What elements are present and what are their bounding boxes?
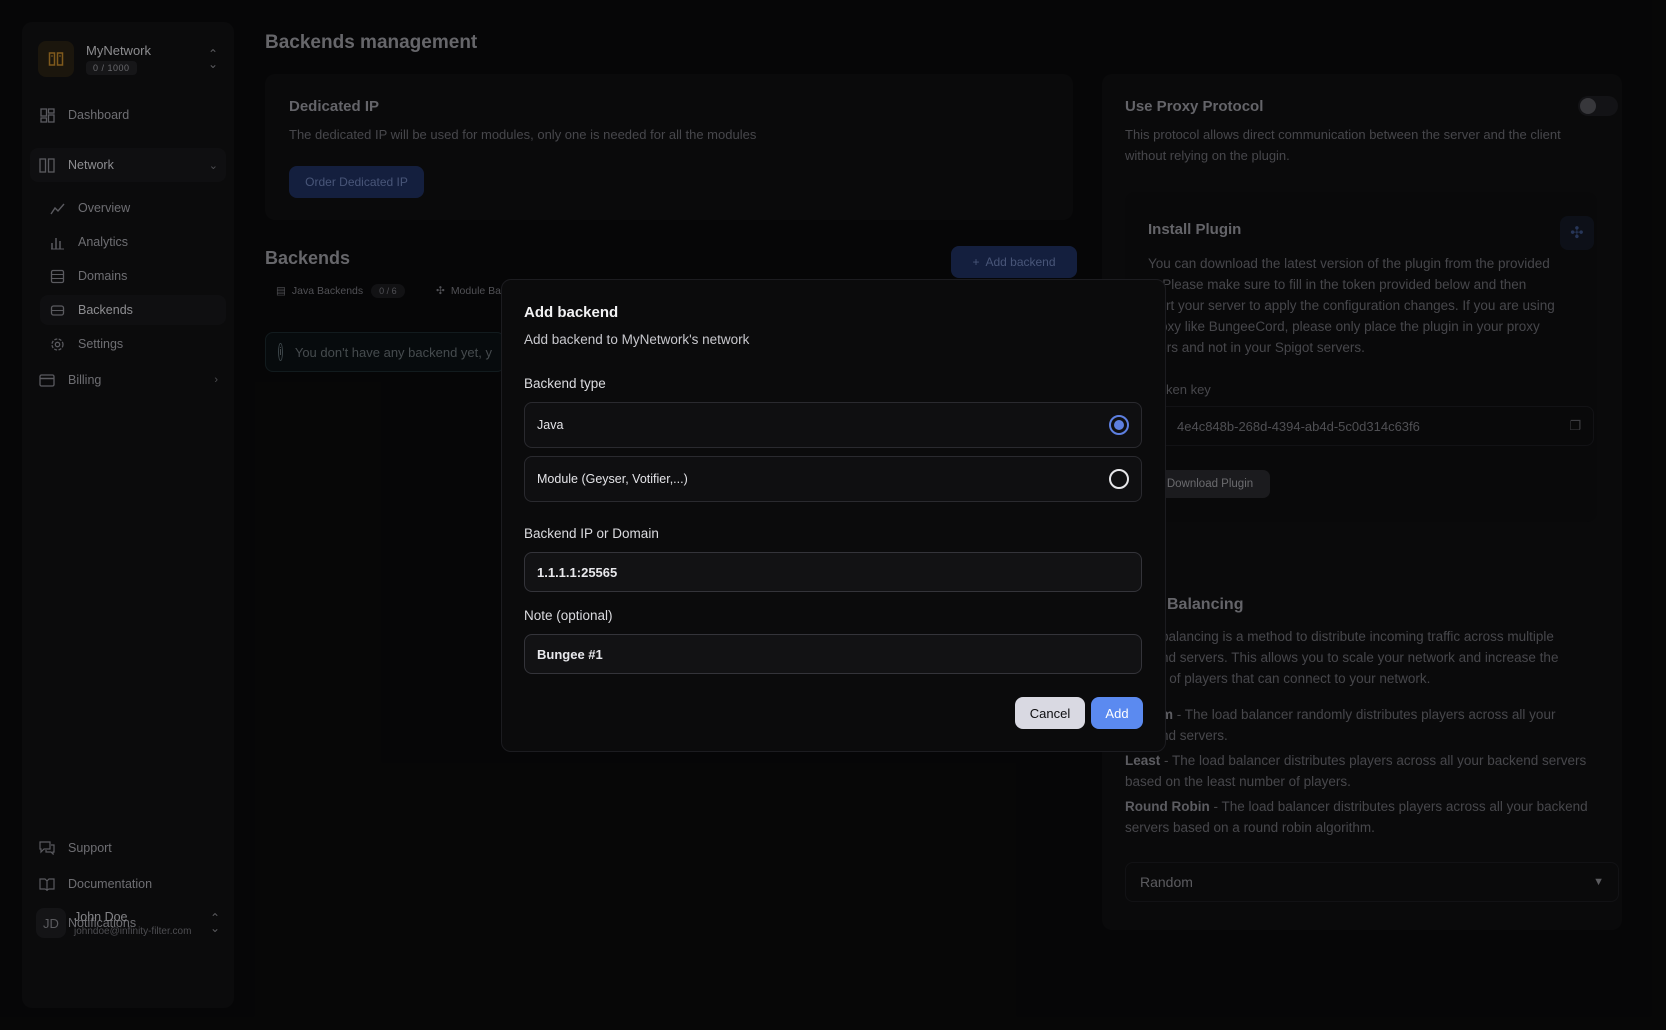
backend-type-option-module[interactable]: Module (Geyser, Votifier,...) — [524, 456, 1142, 502]
backend-type-option-java[interactable]: Java — [524, 402, 1142, 448]
note-input[interactable] — [524, 634, 1142, 674]
backend-ip-label: Backend IP or Domain — [524, 526, 659, 541]
app-root: MyNetwork 0 / 1000 ⌃ ⌄ Dashboard Network … — [0, 0, 1666, 1030]
backend-type-label: Backend type — [524, 376, 606, 391]
cancel-button[interactable]: Cancel — [1015, 697, 1085, 729]
option-label: Java — [537, 418, 564, 432]
option-label: Module (Geyser, Votifier,...) — [537, 472, 688, 486]
radio-button[interactable] — [1109, 469, 1129, 489]
note-label: Note (optional) — [524, 608, 613, 623]
add-button[interactable]: Add — [1091, 697, 1143, 729]
radio-button-checked[interactable] — [1109, 415, 1129, 435]
backend-ip-input[interactable] — [524, 552, 1142, 592]
add-backend-dialog: Add backend Add backend to MyNetwork's n… — [501, 279, 1166, 752]
dialog-subtitle: Add backend to MyNetwork's network — [524, 332, 750, 347]
dialog-title: Add backend — [524, 304, 619, 321]
